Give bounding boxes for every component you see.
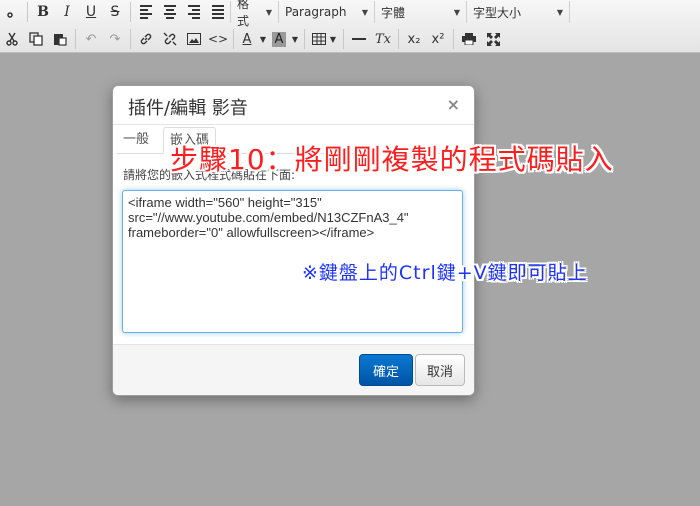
copy-icon[interactable] xyxy=(24,28,48,50)
toolbar-separator xyxy=(130,2,131,22)
tab-general[interactable]: 一般 xyxy=(117,127,155,152)
superscript-button[interactable]: x² xyxy=(426,28,450,50)
text-color-button[interactable]: A xyxy=(237,28,257,50)
font-size-dropdown[interactable]: 字型大小 ▼ xyxy=(466,1,570,23)
font-size-label: 字型大小 xyxy=(473,5,522,20)
toolbar-separator xyxy=(343,29,344,49)
strikethrough-button[interactable]: S xyxy=(103,1,127,23)
toolbar-separator xyxy=(75,29,76,49)
code-icon[interactable]: <> xyxy=(206,28,230,50)
link-icon[interactable] xyxy=(134,28,158,50)
italic-button[interactable]: I xyxy=(55,1,79,23)
format-dropdown-label: 格式 xyxy=(237,0,250,28)
chevron-down-icon: ▼ xyxy=(453,7,460,17)
print-icon[interactable] xyxy=(457,28,481,50)
toolbar-separator xyxy=(130,29,131,49)
paste-hint-annotation: ※鍵盤上的Ctrl鍵+V鍵即可貼上 xyxy=(302,262,588,284)
align-right-button[interactable] xyxy=(182,1,206,23)
insert-media-dialog: 插件/編輯 影音 × 一般 嵌入碼 請將您的嵌入式程式碼貼在下面: 確定 取消 xyxy=(112,85,475,396)
step-annotation: 步驟10：將剛剛複製的程式碼貼入 xyxy=(170,143,614,176)
chevron-down-icon: ▼ xyxy=(361,7,368,17)
table-icon xyxy=(311,33,326,45)
undo-icon[interactable]: ↶ xyxy=(79,28,103,50)
cut-icon[interactable] xyxy=(0,28,24,50)
clear-format-button[interactable]: Tx xyxy=(371,28,395,50)
cut-icon-partial[interactable] xyxy=(0,1,24,23)
chevron-down-icon: ▼ xyxy=(556,7,563,17)
chevron-down-icon[interactable]: ▼ xyxy=(257,28,269,50)
toolbar-separator xyxy=(453,29,454,49)
toolbar-separator xyxy=(398,29,399,49)
toolbar-separator xyxy=(304,29,305,49)
table-button[interactable]: ▼ xyxy=(308,28,340,50)
redo-icon[interactable]: ↷ xyxy=(103,28,127,50)
font-family-label: 字體 xyxy=(381,5,406,20)
block-format-label: Paragraph xyxy=(285,5,347,19)
image-icon[interactable] xyxy=(182,28,206,50)
dialog-header: 插件/編輯 影音 × xyxy=(113,86,474,125)
dialog-title: 插件/編輯 影音 xyxy=(128,98,248,119)
paste-icon[interactable] xyxy=(48,28,72,50)
underline-button[interactable]: U xyxy=(79,1,103,23)
unlink-icon[interactable] xyxy=(158,28,182,50)
ok-button[interactable]: 確定 xyxy=(359,354,413,386)
chevron-down-icon: ▼ xyxy=(265,7,272,17)
dialog-footer: 確定 取消 xyxy=(113,344,474,395)
toolbar-separator xyxy=(27,2,28,22)
horizontal-rule-icon[interactable] xyxy=(347,28,371,50)
bold-button[interactable]: B xyxy=(31,1,55,23)
align-justify-button[interactable] xyxy=(206,1,230,23)
editor-toolbar: B I U S 格式 ▼ Paragraph ▼ 字體 ▼ 字型大小 ▼ ↶ ↷ <> … xyxy=(0,0,700,53)
fullscreen-icon[interactable] xyxy=(481,28,505,50)
align-center-button[interactable] xyxy=(158,1,182,23)
subscript-button[interactable]: x₂ xyxy=(402,28,426,50)
background-color-button[interactable]: A xyxy=(271,31,287,47)
cancel-button[interactable]: 取消 xyxy=(415,354,465,386)
chevron-down-icon: ▼ xyxy=(329,34,337,44)
format-dropdown[interactable]: 格式 ▼ xyxy=(230,0,278,28)
toolbar-row-1: B I U S 格式 ▼ Paragraph ▼ 字體 ▼ 字型大小 ▼ xyxy=(0,0,570,28)
close-icon[interactable]: × xyxy=(447,95,460,114)
block-format-dropdown[interactable]: Paragraph ▼ xyxy=(278,1,374,23)
chevron-down-icon[interactable]: ▼ xyxy=(289,28,301,50)
toolbar-row-2: ↶ ↷ <> A ▼ A ▼ ▼ Tx x₂ x² xyxy=(0,27,505,51)
toolbar-separator xyxy=(233,29,234,49)
align-left-button[interactable] xyxy=(134,1,158,23)
font-family-dropdown[interactable]: 字體 ▼ xyxy=(374,1,466,23)
